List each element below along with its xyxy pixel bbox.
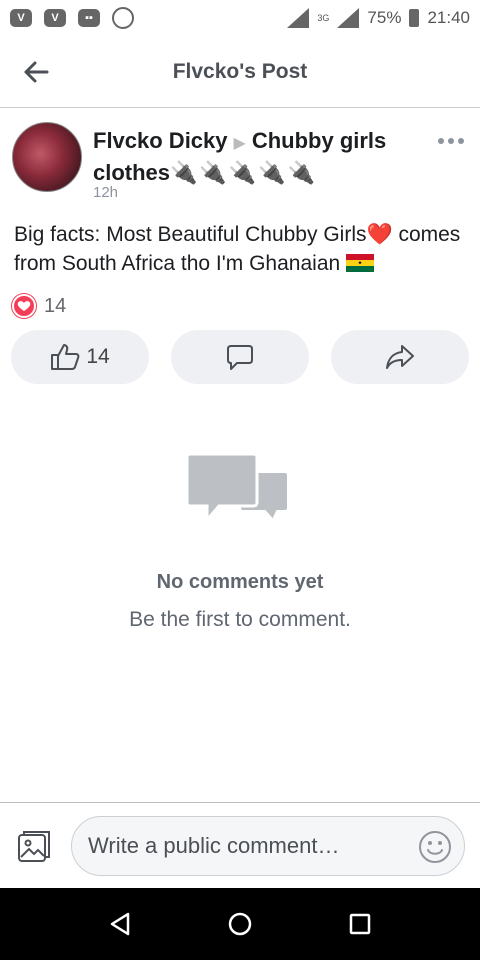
plug-emojis: 🔌🔌🔌🔌🔌 xyxy=(170,160,317,185)
clock: 21:40 xyxy=(427,8,470,27)
avatar[interactable] xyxy=(12,122,82,192)
signal-icon xyxy=(337,8,360,28)
back-button[interactable] xyxy=(18,54,54,90)
thumbs-up-icon xyxy=(51,344,80,370)
post-author-line: Flvcko Dicky ▶ Chubby girls clothes🔌🔌🔌🔌🔌 xyxy=(93,126,423,187)
page-title: Flvcko's Post xyxy=(172,59,308,83)
ghana-flag-icon xyxy=(346,254,375,272)
comment-button[interactable] xyxy=(171,330,309,384)
dot-icon xyxy=(448,138,454,144)
nav-back-button[interactable] xyxy=(100,904,140,944)
post-actions: 14 xyxy=(0,330,480,384)
photo-button[interactable] xyxy=(16,829,52,865)
chat-bubbles-icon xyxy=(185,452,289,525)
battery-icon xyxy=(409,9,420,27)
navigation-bar xyxy=(0,888,480,960)
empty-subtitle: Be the first to comment. xyxy=(129,608,351,631)
share-icon xyxy=(386,345,414,369)
share-button[interactable] xyxy=(331,330,469,384)
comment-icon xyxy=(227,345,253,370)
post-header: Flvcko Dicky ▶ Chubby girls clothes🔌🔌🔌🔌🔌 1… xyxy=(0,108,480,212)
comment-input[interactable] xyxy=(71,816,465,876)
network-type: 3G xyxy=(317,13,330,23)
square-recents-icon xyxy=(349,913,371,935)
reaction-count: 14 xyxy=(44,294,67,317)
empty-comments: No comments yet Be the first to comment. xyxy=(0,450,480,632)
dot-icon xyxy=(458,138,464,144)
post-body: Big facts: Most Beautiful Chubby Girls❤️… xyxy=(14,223,461,275)
post-text: Big facts: Most Beautiful Chubby Girls❤️… xyxy=(0,220,480,278)
more-options-button[interactable] xyxy=(438,134,466,148)
battery-percent: 75% xyxy=(367,8,402,27)
signal-icon xyxy=(287,8,310,28)
status-bar: V V ▪▪ 3G 75% 21:40 xyxy=(0,0,480,36)
play-arrow-icon: ▶ xyxy=(233,135,246,152)
circle-home-icon xyxy=(228,912,252,936)
dot-icon xyxy=(438,138,444,144)
author-name[interactable]: Flvcko Dicky xyxy=(93,128,228,153)
post-time[interactable]: 12h xyxy=(93,184,118,201)
whatsapp-icon xyxy=(112,7,134,29)
reactions-summary[interactable]: 14 xyxy=(0,292,480,320)
empty-title: No comments yet xyxy=(156,571,324,593)
post: Flvcko Dicky ▶ Chubby girls clothes🔌🔌🔌🔌🔌 1… xyxy=(0,108,480,384)
emoji-button[interactable] xyxy=(418,830,452,864)
vimeo-icon: V xyxy=(44,9,66,27)
heart-icon xyxy=(12,294,36,318)
vimeo-icon: V xyxy=(10,9,32,27)
triangle-back-icon xyxy=(110,912,130,936)
gamepad-icon: ▪▪ xyxy=(78,9,100,27)
like-button[interactable]: 14 xyxy=(11,330,149,384)
comment-bar xyxy=(0,802,480,888)
photo-icon xyxy=(18,831,50,862)
smiley-icon xyxy=(419,831,451,863)
header: Flvcko's Post xyxy=(0,36,480,108)
nav-recents-button[interactable] xyxy=(340,904,380,944)
like-count: 14 xyxy=(86,345,110,368)
arrow-left-icon xyxy=(24,61,49,83)
nav-home-button[interactable] xyxy=(220,904,260,944)
